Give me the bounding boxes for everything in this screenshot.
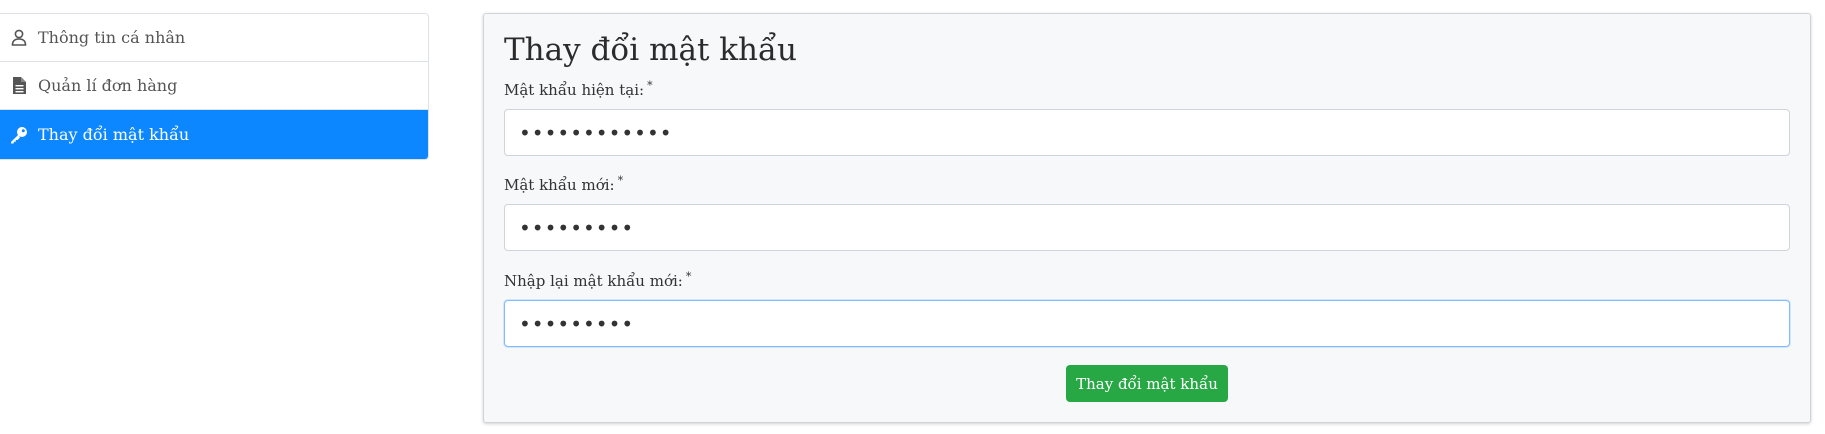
sidebar-item-change-password[interactable]: Thay đổi mật khẩu — [0, 110, 428, 159]
account-sidebar: Thông tin cá nhân Quản lí đơn hàng Thay … — [0, 13, 429, 160]
user-icon — [10, 29, 28, 47]
sidebar-item-profile[interactable]: Thông tin cá nhân — [0, 14, 428, 62]
new-password-input[interactable] — [504, 204, 1790, 251]
new-password-label: Mật khẩu mới: * — [504, 174, 624, 194]
current-password-input[interactable] — [504, 109, 1790, 156]
sidebar-item-orders[interactable]: Quản lí đơn hàng — [0, 62, 428, 110]
sidebar-item-label: Thông tin cá nhân — [38, 28, 186, 47]
sidebar-item-label: Quản lí đơn hàng — [38, 76, 178, 95]
change-password-panel: Thay đổi mật khẩu Mật khẩu hiện tại:* Mậ… — [483, 13, 1811, 423]
sidebar-item-label: Thay đổi mật khẩu — [38, 125, 190, 144]
current-password-label: Mật khẩu hiện tại: * — [504, 79, 653, 99]
key-icon — [10, 126, 28, 144]
page-title: Thay đổi mật khẩu — [504, 32, 797, 68]
file-icon — [10, 77, 28, 95]
change-password-button[interactable]: Thay đổi mật khẩu — [1066, 365, 1228, 402]
confirm-password-label: Nhập lại mật khẩu mới: * — [504, 270, 692, 290]
required-mark: * — [647, 79, 653, 92]
confirm-password-input[interactable] — [504, 300, 1790, 347]
required-mark: * — [685, 270, 692, 283]
required-mark: * — [617, 174, 624, 187]
